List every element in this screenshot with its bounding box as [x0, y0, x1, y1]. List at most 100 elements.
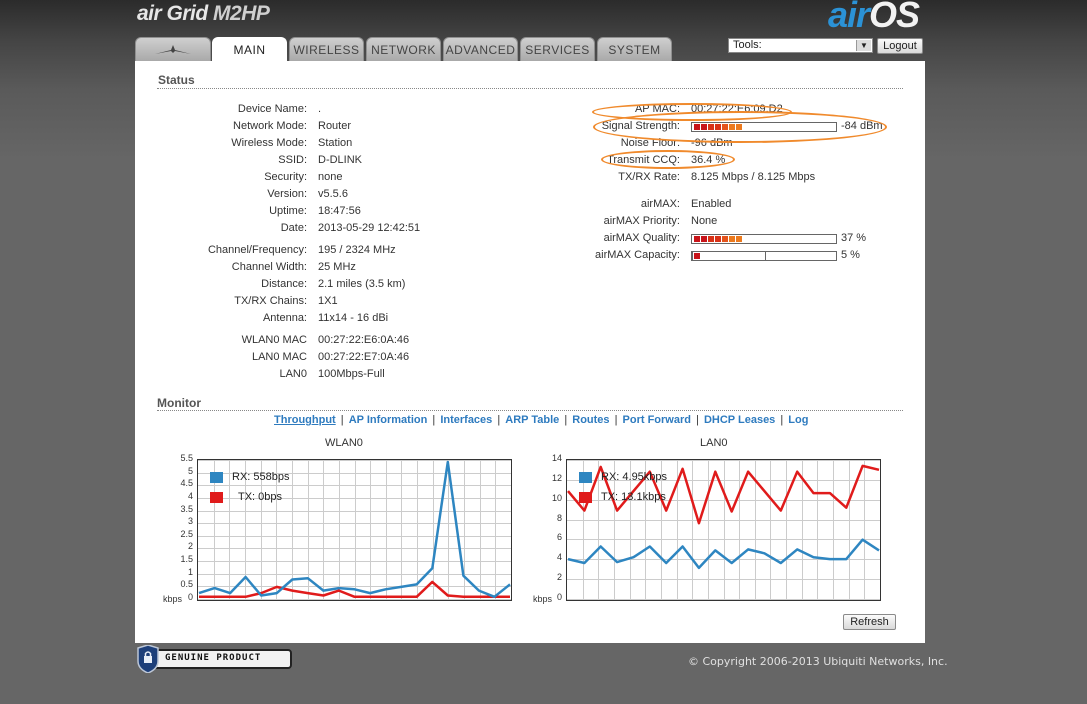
y-tick-label: 6: [556, 532, 562, 542]
link-throughput[interactable]: Throughput: [274, 414, 336, 426]
status-label: Uptime:: [269, 205, 307, 217]
tab-services[interactable]: SERVICES: [520, 37, 595, 61]
status-label: LAN0: [279, 368, 307, 380]
level-segment: [694, 124, 700, 130]
tab-network[interactable]: NETWORK: [366, 37, 441, 61]
monitor-links: Throughput | AP Information | Interfaces…: [274, 414, 808, 426]
wlan0-chart-title: WLAN0: [325, 437, 363, 449]
genuine-product-badge: GENUINE PRODUCT: [135, 644, 293, 674]
link-separator: |: [777, 414, 787, 426]
status-label: Channel/Frequency:: [207, 244, 307, 256]
lan0-legend-rx: RX: 4.95kbps: [601, 471, 668, 483]
status-label: Signal Strength:: [601, 120, 680, 132]
chevron-down-icon[interactable]: ▼: [856, 40, 871, 51]
y-tick-label: 5.5: [180, 453, 193, 463]
status-value: 195 / 2324 MHz: [318, 244, 396, 256]
link-routes[interactable]: Routes: [572, 414, 609, 426]
y-tick-label: 0.5: [180, 579, 193, 589]
status-label: Wireless Mode:: [231, 137, 307, 149]
status-label: LAN0 MAC: [251, 351, 307, 363]
link-ap-information[interactable]: AP Information: [349, 414, 428, 426]
link-port-forward[interactable]: Port Forward: [623, 414, 691, 426]
level-meter: [691, 122, 837, 132]
level-segment: [715, 124, 721, 130]
y-tick-label: 2: [187, 541, 193, 551]
copyright-text: © Copyright 2006-2013 Ubiquiti Networks,…: [688, 655, 948, 668]
y-tick-label: 5: [187, 466, 193, 476]
brand-prefix: air Grid: [137, 2, 214, 25]
level-segment: [722, 236, 728, 242]
refresh-button[interactable]: Refresh: [843, 614, 896, 630]
status-value: Station: [318, 137, 353, 149]
link-separator: |: [692, 414, 702, 426]
lan0-y-unit: kbps: [533, 594, 553, 604]
lan0-legend-rx-swatch: [579, 472, 592, 483]
link-dhcp-leases[interactable]: DHCP Leases: [704, 414, 775, 426]
status-value: 00:27:22:E6:0A:46: [318, 334, 410, 346]
status-value: 36.4 %: [691, 154, 726, 166]
status-divider: [157, 88, 903, 89]
status-label: TX/RX Rate:: [618, 171, 680, 183]
y-tick-label: 3.5: [180, 504, 193, 514]
status-value: 37 %: [841, 232, 867, 244]
level-segment: [736, 236, 742, 242]
tools-dropdown-value: Tools:: [733, 39, 762, 51]
capacity-subregion: [692, 251, 766, 261]
status-label: AP MAC:: [634, 103, 680, 115]
wlan0-legend-tx-swatch: [210, 492, 223, 503]
status-label: Version:: [267, 188, 307, 200]
wlan0-y-unit: kbps: [163, 594, 183, 604]
status-value: 1X1: [318, 295, 338, 307]
link-arp-table[interactable]: ARP Table: [505, 414, 559, 426]
level-meter: [691, 251, 837, 261]
status-value: -96 dBm: [691, 137, 733, 149]
link-log[interactable]: Log: [788, 414, 808, 426]
status-value: 2013-05-29 12:42:51: [318, 222, 421, 234]
status-value: Router: [318, 120, 352, 132]
wlan0-legend-rx: RX: 558bps: [232, 471, 290, 483]
logout-button[interactable]: Logout: [877, 38, 923, 54]
y-tick-label: 3: [187, 516, 193, 526]
status-label: Network Mode:: [233, 120, 307, 132]
link-separator: |: [337, 414, 347, 426]
status-label: WLAN0 MAC: [241, 334, 307, 346]
status-value: 2.1 miles (3.5 km): [318, 278, 406, 290]
status-label: SSID:: [278, 154, 307, 166]
y-tick-label: 4.5: [180, 478, 193, 488]
tab-ubiquiti-logo[interactable]: [135, 37, 211, 61]
wlan0-legend-tx: TX: 0bps: [238, 491, 283, 503]
status-label: airMAX Priority:: [603, 215, 680, 227]
status-title: Status: [158, 73, 195, 87]
status-label: Device Name:: [237, 103, 307, 115]
airos-os: OS: [869, 0, 920, 35]
y-tick-label: 2: [556, 572, 562, 582]
status-label: Distance:: [261, 278, 307, 290]
level-segment: [715, 236, 721, 242]
tab-advanced[interactable]: ADVANCED: [443, 37, 518, 61]
tab-wireless[interactable]: WIRELESS: [289, 37, 364, 61]
tools-dropdown[interactable]: Tools: ▼: [728, 38, 873, 53]
status-label: airMAX Capacity:: [595, 249, 680, 261]
status-label: Antenna:: [262, 312, 307, 324]
tab-main[interactable]: MAIN: [212, 37, 287, 62]
tab-system[interactable]: SYSTEM: [597, 37, 672, 61]
monitor-divider: [157, 410, 903, 411]
lan0-chart-title: LAN0: [700, 437, 728, 449]
status-label: Transmit CCQ:: [607, 154, 680, 166]
status-value: 18:47:56: [318, 205, 361, 217]
status-label: Security:: [264, 171, 307, 183]
status-value: 100Mbps-Full: [318, 368, 385, 380]
level-segment: [729, 236, 735, 242]
status-label: TX/RX Chains:: [234, 295, 307, 307]
airgrid-logo: air Grid M2HP: [137, 2, 270, 26]
link-separator: |: [494, 414, 504, 426]
y-tick-label: 4: [556, 552, 562, 562]
level-segment: [701, 124, 707, 130]
status-value: D-DLINK: [318, 154, 363, 166]
status-value: 00:27:22:E6:09:D2: [691, 103, 783, 115]
link-interfaces[interactable]: Interfaces: [440, 414, 492, 426]
y-tick-label: 1.5: [180, 554, 193, 564]
status-value: v5.5.6: [318, 188, 348, 200]
ubiquiti-logo-icon: [155, 45, 191, 54]
wlan0-legend-rx-swatch: [210, 472, 223, 483]
